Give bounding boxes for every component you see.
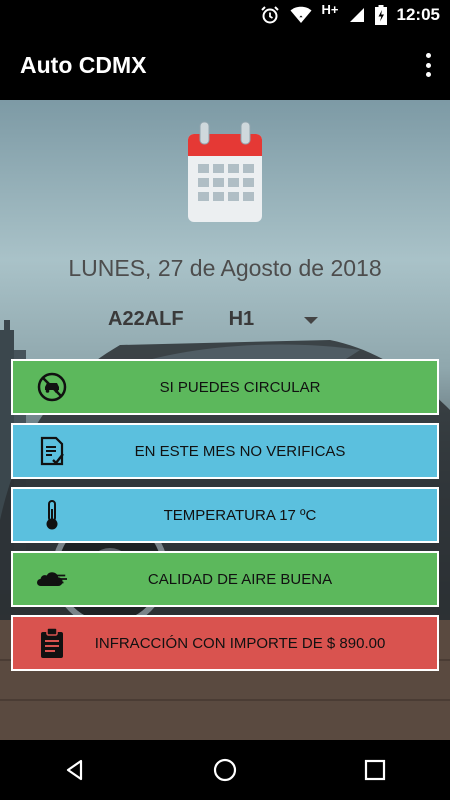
app-title: Auto CDMX bbox=[20, 52, 147, 78]
thermometer-icon bbox=[37, 500, 67, 530]
card-label: SI PUEDES CIRCULAR bbox=[159, 378, 321, 396]
network-type: H+ bbox=[321, 1, 339, 17]
back-icon bbox=[66, 759, 83, 781]
home-icon bbox=[213, 758, 237, 782]
recents-icon bbox=[364, 759, 386, 781]
status-bar: H+ 12:05 bbox=[0, 0, 450, 30]
dot bbox=[425, 53, 431, 58]
clipboard-icon bbox=[37, 627, 67, 658]
circulation-status-card[interactable]: SI PUEDES CIRCULAR bbox=[11, 359, 439, 415]
air-quality-card[interactable]: CALIDAD DE AIRE BUENA bbox=[11, 551, 439, 607]
clock: 12:05 bbox=[396, 5, 440, 24]
hologram-value: H1 bbox=[228, 308, 255, 330]
card-label: TEMPERATURA 17 ºC bbox=[163, 506, 317, 524]
signal-icon bbox=[349, 7, 365, 23]
dot bbox=[425, 72, 431, 77]
card-label: INFRACCIÓN CON IMPORTE DE $ 890.00 bbox=[94, 634, 386, 652]
recents-button[interactable] bbox=[345, 740, 405, 800]
verification-card[interactable]: EN ESTE MES NO VERIFICAS bbox=[11, 423, 439, 479]
app-bar: Auto CDMX bbox=[0, 30, 450, 100]
dot bbox=[425, 62, 431, 68]
main-content: LUNES, 27 de Agosto de 2018 A22ALF H1 SI… bbox=[0, 100, 450, 740]
no-car-icon bbox=[37, 372, 67, 402]
calendar-icon bbox=[186, 120, 264, 230]
card-label: EN ESTE MES NO VERIFICAS bbox=[134, 442, 346, 460]
plate-selector[interactable]: A22ALF H1 bbox=[108, 308, 319, 331]
back-button[interactable] bbox=[45, 740, 105, 800]
home-button[interactable] bbox=[195, 740, 255, 800]
battery-icon bbox=[374, 5, 387, 25]
infraction-card[interactable]: INFRACCIÓN CON IMPORTE DE $ 890.00 bbox=[11, 615, 439, 671]
overflow-menu-button[interactable] bbox=[420, 50, 436, 80]
cloud-wind-icon bbox=[37, 564, 67, 594]
document-check-icon bbox=[37, 436, 67, 466]
dropdown-arrow-icon[interactable] bbox=[304, 317, 319, 324]
date-label: LUNES, 27 de Agosto de 2018 bbox=[68, 255, 382, 281]
alarm-icon bbox=[260, 5, 280, 25]
navigation-bar bbox=[0, 740, 450, 800]
wifi-icon bbox=[290, 6, 312, 24]
card-label: CALIDAD DE AIRE BUENA bbox=[147, 570, 333, 588]
temperature-card[interactable]: TEMPERATURA 17 ºC bbox=[11, 487, 439, 543]
plate-number: A22ALF bbox=[108, 308, 184, 330]
